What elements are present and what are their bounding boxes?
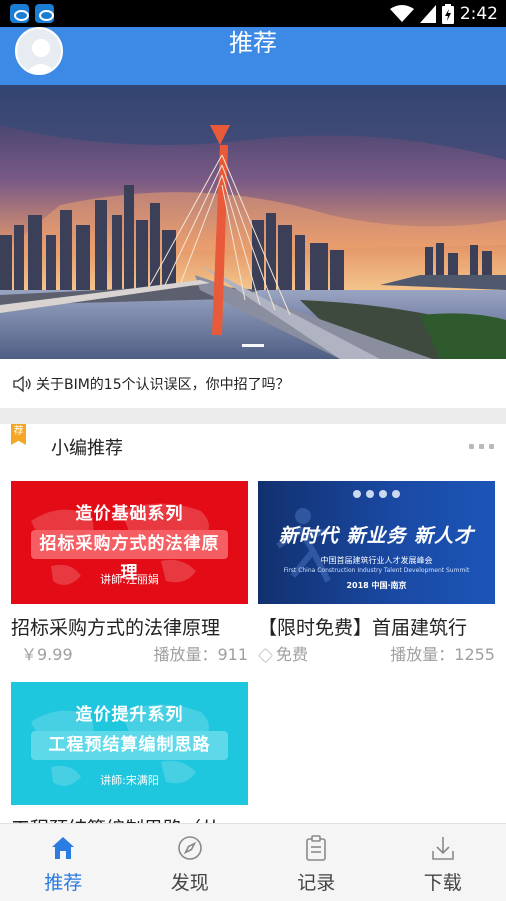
more-dot: [469, 444, 474, 449]
more-button[interactable]: [469, 444, 494, 449]
tab-label: 记录: [297, 872, 336, 894]
recommend-badge: 荐: [11, 424, 26, 445]
thumbnail-subtitle: 中国首届建筑行业人才发展峰会: [320, 556, 433, 565]
tab-records[interactable]: 记录: [253, 824, 380, 901]
course-plays: 播放量：1255: [390, 645, 495, 664]
carousel-dot-active: [242, 344, 264, 347]
user-avatar[interactable]: [15, 27, 63, 75]
thumbnail-headline: 新时代 新业务 新人才: [278, 525, 475, 547]
course-title: 【限时免费】首届建筑行: [258, 617, 468, 639]
course-plays: 播放量：911: [153, 645, 248, 664]
course-price: 免费: [276, 645, 309, 664]
course-card[interactable]: 新时代 新业务 新人才 中国首届建筑行业人才发展峰会 First China C…: [257, 481, 495, 665]
page-title: 推荐: [229, 29, 277, 57]
carousel-indicator: [0, 344, 506, 347]
more-dot: [489, 444, 494, 449]
thumbnail-lecturer: 讲師:汪丽娟: [100, 573, 159, 586]
free-tag-icon: [257, 647, 274, 663]
signal-icon: [419, 4, 436, 23]
course-title: 招标采购方式的法律原理: [11, 617, 221, 639]
battery-icon: [441, 3, 454, 24]
speaker-icon: [13, 375, 31, 392]
tab-label: 推荐: [44, 872, 83, 894]
thumbnail-date-place: 2018 中国·南京: [346, 581, 407, 590]
app-notification-icon: [35, 4, 54, 23]
announcement-bar[interactable]: 关于BIM的15个认识误区，你中招了吗？: [0, 359, 506, 408]
announcement-text: 关于BIM的15个认识误区，你中招了吗？: [36, 376, 290, 393]
compass-icon: [177, 836, 202, 860]
course-card[interactable]: 造价提升系列 工程预结算编制思路 讲師:宋满阳 工程预结算编制思路（从: [11, 682, 248, 841]
home-icon: [52, 837, 75, 859]
banner-image: [0, 85, 506, 359]
course-thumbnail: 造价基础系列 招标采购方式的法律原理 讲師:汪丽娟: [11, 481, 248, 604]
thumbnail-subtitle-en: First China Construction Industry Talent…: [283, 567, 470, 574]
app-notification-icon: [10, 4, 29, 23]
tab-discover[interactable]: 发现: [127, 824, 254, 901]
course-meta: 免费 播放量：1255: [257, 645, 495, 665]
course-price-free: 免费: [257, 645, 309, 665]
thumbnail-series: 造价提升系列: [75, 705, 184, 725]
wifi-icon: [389, 4, 414, 22]
download-icon: [431, 837, 454, 860]
tab-label: 发现: [170, 872, 209, 894]
thumbnail-topic: 招标采购方式的法律原理: [31, 530, 228, 583]
more-dot: [479, 444, 484, 449]
status-time: 2:42: [459, 3, 498, 24]
tab-recommend[interactable]: 推荐: [0, 824, 127, 901]
tab-downloads[interactable]: 下载: [380, 824, 506, 901]
section-title: 小编推荐: [51, 438, 123, 459]
thumbnail-topic: 工程预结算编制思路: [31, 731, 228, 760]
banner-carousel[interactable]: [0, 85, 506, 359]
system-indicators: 2:42: [389, 2, 498, 25]
thumbnail-series: 造价基础系列: [75, 504, 184, 524]
tab-label: 下载: [423, 872, 462, 894]
course-meta: ￥9.99 播放量：911: [11, 645, 248, 665]
course-thumbnail: 新时代 新业务 新人才 中国首届建筑行业人才发展峰会 First China C…: [258, 481, 495, 604]
clipboard-icon: [306, 835, 327, 861]
thumbnail-lecturer: 讲師:宋满阳: [100, 774, 159, 787]
course-thumbnail: 造价提升系列 工程预结算编制思路 讲師:宋满阳: [11, 682, 248, 805]
recommend-section-header: 荐 小编推荐: [0, 424, 506, 474]
status-bar: 2:42: [0, 0, 506, 27]
bottom-tab-bar: 推荐 发现 记录 下载: [0, 823, 506, 901]
course-card[interactable]: 造价基础系列 招标采购方式的法律原理 讲師:汪丽娟 招标采购方式的法律原理 ￥9…: [11, 481, 248, 665]
course-price: ￥9.99: [21, 645, 73, 664]
section-divider: [0, 408, 506, 424]
top-app-bar: 推荐: [0, 27, 506, 85]
